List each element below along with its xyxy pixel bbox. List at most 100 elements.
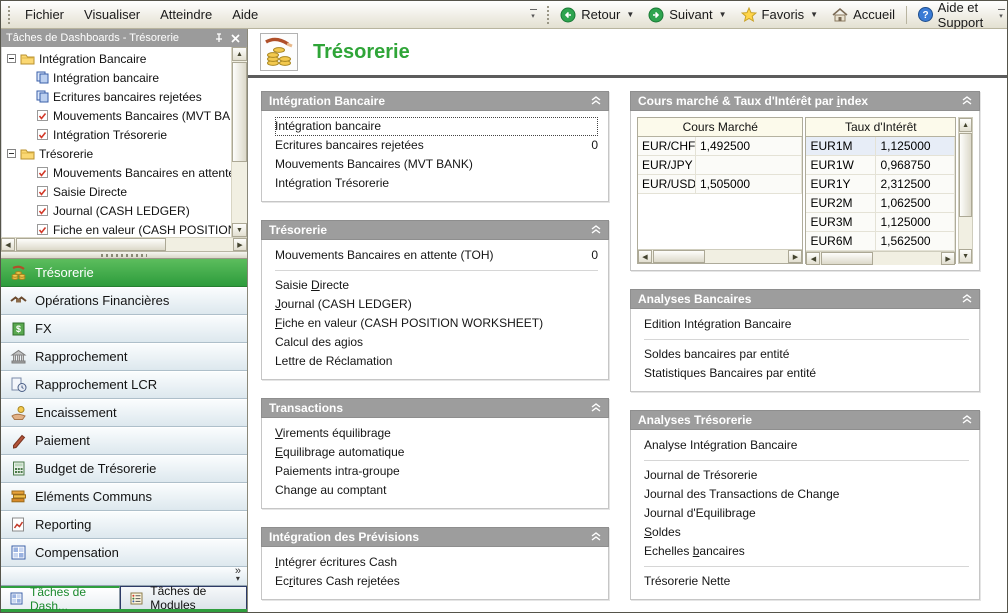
panel-header[interactable]: Intégration des Prévisions xyxy=(261,527,609,547)
task-link[interactable]: Intégrer écritures Cash xyxy=(275,553,598,572)
task-link[interactable]: Intégration Trésorerie xyxy=(275,174,598,193)
task-link[interactable]: Mouvements Bancaires en attente (TOH)0 xyxy=(275,246,598,265)
scrollbar-thumb[interactable] xyxy=(16,238,166,251)
task-link[interactable]: Equilibrage automatique xyxy=(275,443,598,462)
menu-visualiser[interactable]: Visualiser xyxy=(74,3,150,26)
task-link[interactable]: Journal des Transactions de Change xyxy=(644,485,969,504)
task-link[interactable]: Fiche en valeur (CASH POSITION WORKSHEET… xyxy=(275,314,598,333)
panel-header[interactable]: Trésorerie xyxy=(261,220,609,240)
collapse-node-icon[interactable] xyxy=(7,54,16,63)
rate-row[interactable]: EUR6M1,562500 xyxy=(806,232,955,251)
sidebar-item-encaissement[interactable]: Encaissement xyxy=(1,399,247,427)
sidebar-item-elements-communs[interactable]: Eléments Communs xyxy=(1,483,247,511)
tree-node-folder[interactable]: Trésorerie xyxy=(2,144,231,163)
task-link[interactable]: Lettre de Réclamation xyxy=(275,352,598,371)
scroll-right-icon[interactable]: ▶ xyxy=(233,238,247,251)
scroll-right-icon[interactable]: ▶ xyxy=(941,252,955,265)
rate-row[interactable]: EUR/JPY xyxy=(638,156,802,175)
rate-row[interactable]: EUR1W0,968750 xyxy=(806,156,955,175)
tree-node[interactable]: Saisie Directe xyxy=(2,182,231,201)
collapse-node-icon[interactable] xyxy=(7,149,16,158)
dropdown-caret-icon[interactable]: ▼ xyxy=(626,10,634,19)
dropdown-caret-icon[interactable]: ▼ xyxy=(719,10,727,19)
close-button[interactable] xyxy=(229,32,242,45)
menu-aide[interactable]: Aide xyxy=(222,3,268,26)
rate-row[interactable]: EUR1Y2,312500 xyxy=(806,175,955,194)
panel-header[interactable]: Intégration Bancaire xyxy=(261,91,609,111)
tree-vertical-scrollbar[interactable]: ▲ ▼ xyxy=(231,47,247,237)
collapse-chevron-icon[interactable] xyxy=(591,94,601,108)
panel-header[interactable]: Transactions xyxy=(261,398,609,418)
scroll-left-icon[interactable]: ◀ xyxy=(638,250,652,263)
toolbar-grip[interactable] xyxy=(546,6,549,24)
tree-node[interactable]: Intégration bancaire xyxy=(2,68,231,87)
configure-buttons-chevron[interactable]: »▾ xyxy=(235,567,241,583)
tab-taches-de-modules[interactable]: Tâches de Modules xyxy=(120,586,247,609)
rate-row[interactable]: EUR/USD1,505000 xyxy=(638,175,802,194)
tree-node[interactable]: Mouvements Bancaires en attente (TOH) xyxy=(2,163,231,182)
sidebar-item-compensation[interactable]: Compensation xyxy=(1,539,247,567)
task-link[interactable]: Paiements intra-groupe xyxy=(275,462,598,481)
help-support-button[interactable]: ? Aide et Support xyxy=(911,0,997,33)
tree-node-folder[interactable]: Intégration Bancaire xyxy=(2,49,231,68)
scrollbar-thumb[interactable] xyxy=(959,133,972,217)
market-grid-horizontal-scrollbar[interactable]: ◀▶ xyxy=(638,249,802,263)
task-link[interactable]: Calcul des agios xyxy=(275,333,598,352)
toolbar-grip[interactable] xyxy=(6,6,11,24)
sidebar-item-operations-financieres[interactable]: Opérations Financières xyxy=(1,287,247,315)
scroll-left-icon[interactable]: ◀ xyxy=(1,238,15,251)
task-link[interactable]: Ecritures Cash rejetées xyxy=(275,572,598,591)
sidebar-item-reporting[interactable]: Reporting xyxy=(1,511,247,539)
collapse-chevron-icon[interactable] xyxy=(962,94,972,108)
task-link[interactable]: Statistiques Bancaires par entité xyxy=(644,364,969,383)
task-link[interactable]: Change au comptant xyxy=(275,481,598,500)
tree-horizontal-scrollbar[interactable]: ◀ ▶ xyxy=(1,237,247,251)
task-link[interactable]: Edition Intégration Bancaire xyxy=(644,315,969,334)
collapse-chevron-icon[interactable] xyxy=(962,292,972,306)
task-link[interactable]: Mouvements Bancaires (MVT BANK) xyxy=(275,155,598,174)
task-link[interactable]: Echelles bancaires xyxy=(644,542,969,561)
task-link[interactable]: Ecritures bancaires rejetées0 xyxy=(275,136,598,155)
task-link[interactable]: Saisie Directe xyxy=(275,276,598,295)
scrollbar-thumb[interactable] xyxy=(821,252,873,265)
sidebar-item-rapprochement-lcr[interactable]: Rapprochement LCR xyxy=(1,371,247,399)
task-link[interactable]: Virements équilibrage xyxy=(275,424,598,443)
menubar-overflow-button[interactable]: ▾ xyxy=(527,4,539,26)
collapse-chevron-icon[interactable] xyxy=(962,413,972,427)
task-link[interactable]: Journal de Trésorerie xyxy=(644,466,969,485)
column-header[interactable]: Cours Marché xyxy=(638,118,802,137)
tree-node[interactable]: Journal (CASH LEDGER) xyxy=(2,201,231,220)
sidebar-item-paiement[interactable]: Paiement xyxy=(1,427,247,455)
tab-taches-de-dashboards[interactable]: Tâches de Dash... xyxy=(1,586,120,609)
back-button[interactable]: Retour ▼ xyxy=(553,4,641,26)
task-link[interactable]: Journal (CASH LEDGER) xyxy=(275,295,598,314)
tree-node[interactable]: Ecritures bancaires rejetées xyxy=(2,87,231,106)
task-link[interactable]: Soldes bancaires par entité xyxy=(644,345,969,364)
sidebar-item-budget-tresorerie[interactable]: Budget de Trésorerie xyxy=(1,455,247,483)
collapse-chevron-icon[interactable] xyxy=(591,401,601,415)
home-button[interactable]: Accueil xyxy=(825,4,902,25)
task-link[interactable]: Soldes xyxy=(644,523,969,542)
panel-header[interactable]: Cours marché & Taux d'Intérêt par index xyxy=(630,91,980,111)
scroll-up-icon[interactable]: ▲ xyxy=(959,118,972,132)
sidebar-item-rapprochement[interactable]: Rapprochement xyxy=(1,343,247,371)
sidebar-item-tresorerie[interactable]: Trésorerie xyxy=(1,259,247,287)
task-link[interactable]: Journal d'Equilibrage xyxy=(644,504,969,523)
pin-button[interactable] xyxy=(212,32,225,45)
scroll-down-icon[interactable]: ▼ xyxy=(959,249,972,263)
interest-grid-vertical-scrollbar[interactable]: ▲ ▼ xyxy=(958,117,973,264)
menu-fichier[interactable]: Fichier xyxy=(15,3,74,26)
rate-row[interactable]: EUR1M1,125000 xyxy=(806,137,955,156)
rate-row[interactable]: EUR/CHF1,492500 xyxy=(638,137,802,156)
tree-node[interactable]: Intégration Trésorerie xyxy=(2,125,231,144)
interest-grid-horizontal-scrollbar[interactable]: ◀▶ xyxy=(806,251,955,265)
scroll-up-icon[interactable]: ▲ xyxy=(232,47,247,61)
scroll-right-icon[interactable]: ▶ xyxy=(788,250,802,263)
task-link[interactable]: Trésorerie Nette xyxy=(644,572,969,591)
scrollbar-thumb[interactable] xyxy=(232,62,247,162)
panel-splitter[interactable] xyxy=(1,251,247,259)
column-header[interactable]: Taux d'Intérêt xyxy=(806,118,955,137)
rate-row[interactable]: EUR3M1,125000 xyxy=(806,213,955,232)
sidebar-item-fx[interactable]: $ FX xyxy=(1,315,247,343)
dropdown-caret-icon[interactable]: ▼ xyxy=(810,10,818,19)
